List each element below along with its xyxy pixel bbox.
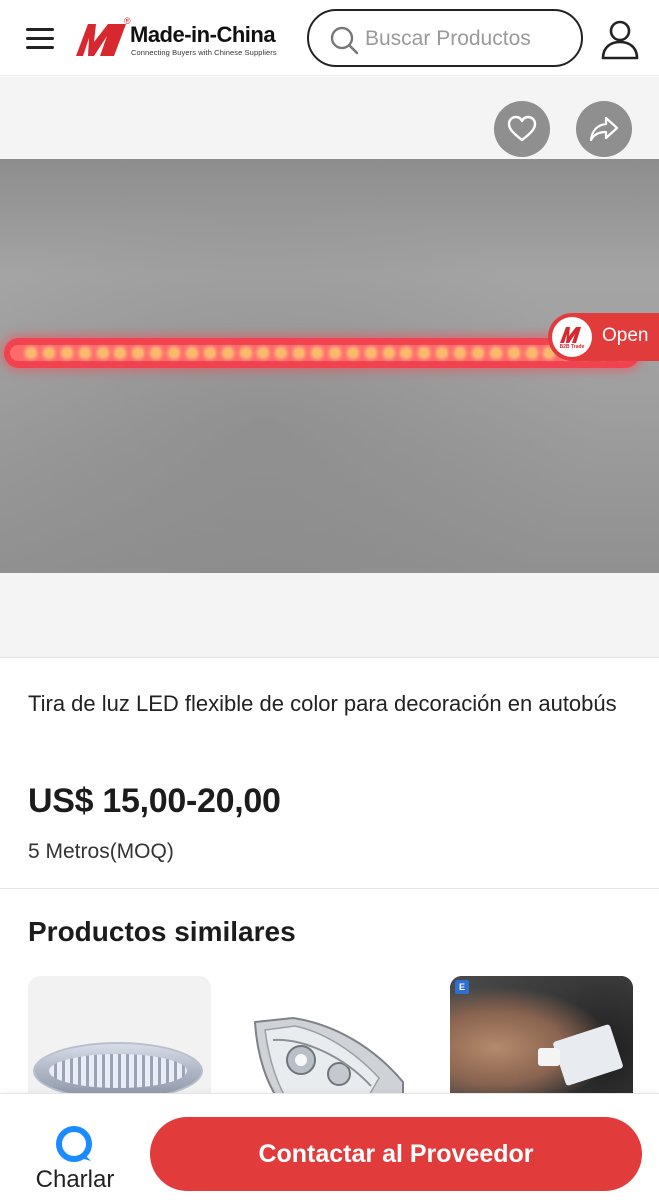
led-dot [365,348,376,358]
led-dot [508,348,519,358]
b2b-trade-text: B2B Trade [559,344,585,350]
led-dot [79,348,90,358]
led-dot [526,348,537,358]
led-dot [222,348,233,358]
chat-button[interactable]: Charlar [20,1118,130,1198]
oval-led-lamp-image [33,1042,203,1100]
led-dot [347,348,358,358]
share-arrow-icon [589,116,619,142]
led-dot [97,348,108,358]
made-in-china-logo-mark-icon [76,24,126,56]
card-badge: E [455,980,469,994]
chat-label: Charlar [35,1166,115,1193]
product-title: Tira de luz LED flexible de color para d… [28,691,617,716]
contact-supplier-button[interactable]: Contactar al Proveedor [150,1117,642,1191]
open-badge-label: Open [602,325,649,346]
product-gallery[interactable]: B2B Trade Open [0,77,659,657]
led-dot [490,348,501,358]
made-in-china-logo[interactable]: ® Made-in-China Connecting Buyers with C… [74,16,284,60]
top-header: ® Made-in-China Connecting Buyers with C… [0,0,659,76]
led-dot [312,348,323,358]
lamp-led-grid [49,1054,187,1088]
led-dot [43,348,54,358]
similar-product-card[interactable] [239,976,422,1106]
logo-name: Made-in-China [130,22,276,47]
share-button[interactable] [576,101,632,157]
favorite-button[interactable] [494,101,550,157]
led-dot [26,348,36,358]
logo-tagline: Connecting Buyers with Chinese Suppliers [131,48,277,57]
product-page: ® Made-in-China Connecting Buyers with C… [0,0,659,1200]
search-input[interactable] [365,25,565,53]
similar-product-card[interactable]: E [450,976,633,1106]
led-dot [61,348,72,358]
led-dot [169,348,180,358]
made-in-china-small-logo-icon [560,327,581,343]
search-icon [330,26,359,55]
section-divider [0,888,659,889]
hamburger-menu-icon[interactable] [22,22,58,54]
led-dot [204,348,215,358]
bottom-action-bar: Charlar Contactar al Proveedor [0,1093,659,1200]
led-dot [240,348,251,358]
product-image[interactable] [0,159,659,573]
b2b-trade-logo: B2B Trade [552,317,592,357]
product-info: Tira de luz LED flexible de color para d… [0,657,659,889]
led-strip-image [4,338,640,368]
similar-products-heading: Productos similares [28,916,296,947]
led-dot [186,348,197,358]
led-dot [383,348,394,358]
heart-icon [507,115,537,142]
chat-bubble-icon [56,1126,92,1162]
open-app-badge[interactable]: B2B Trade Open [548,313,659,361]
connector-chip [538,1048,560,1066]
similar-product-card[interactable] [28,976,211,1106]
user-account-icon[interactable] [600,18,640,60]
product-price: US$ 15,00-20,00 [28,782,281,820]
led-dot [472,348,483,358]
minimum-order-quantity: 5 Metros(MOQ) [28,840,174,863]
led-dot [329,348,340,358]
search-box[interactable] [307,9,583,67]
